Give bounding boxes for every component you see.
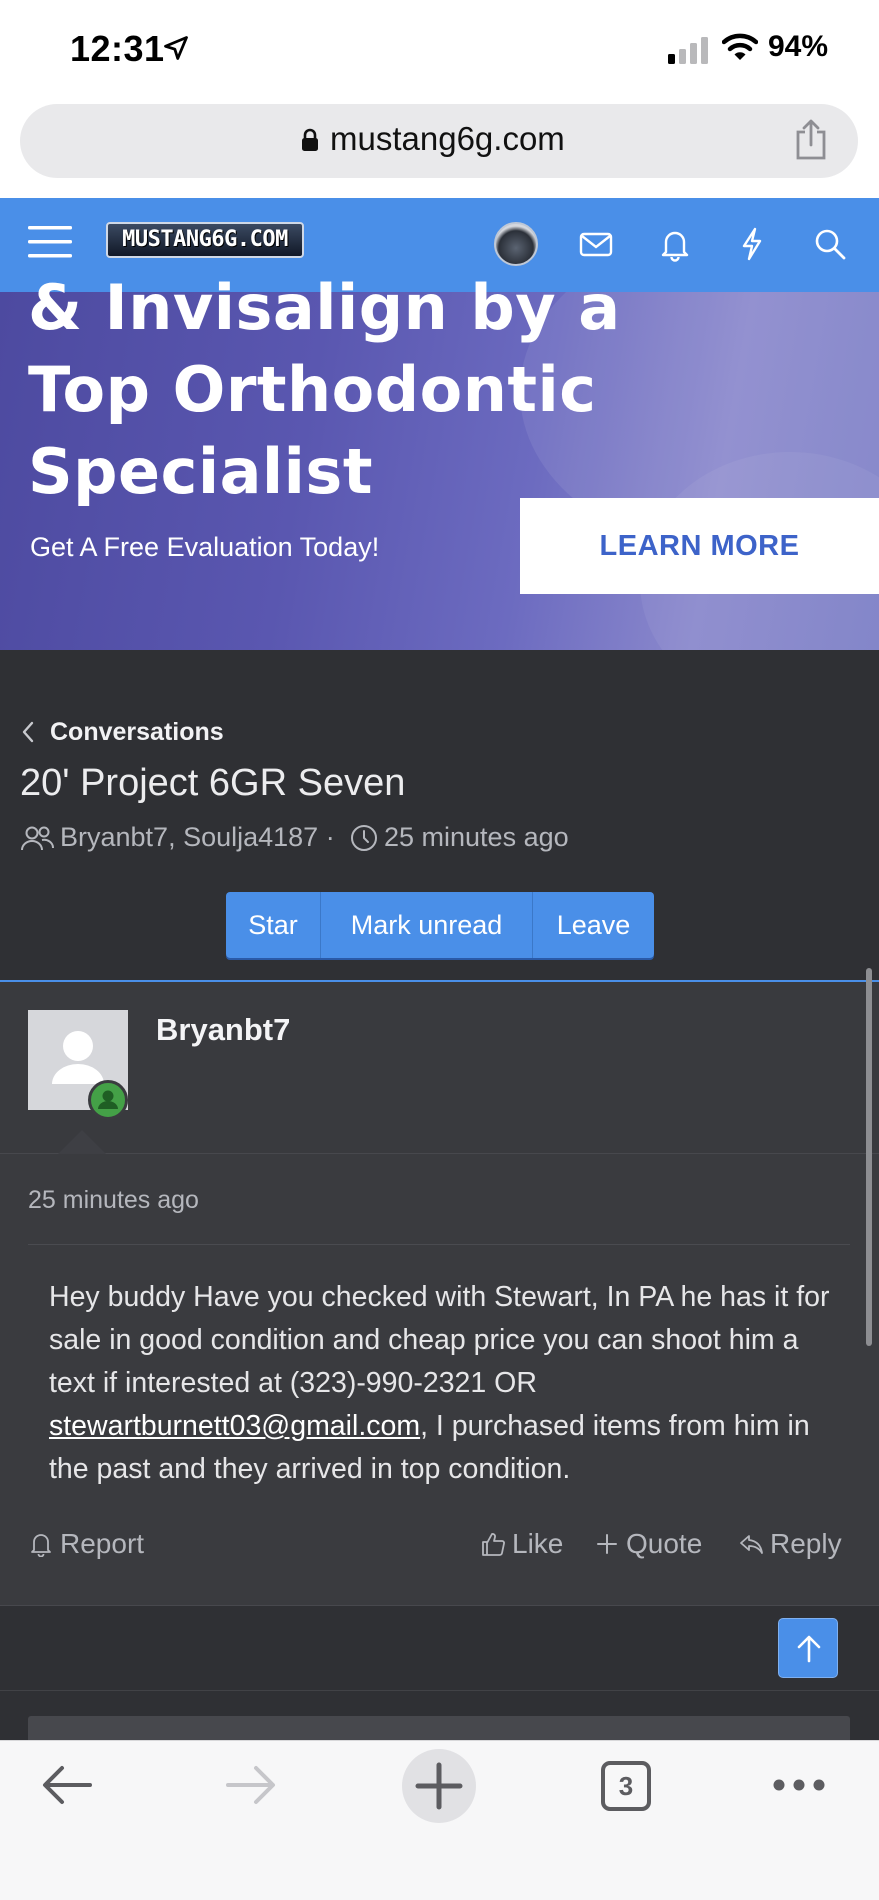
back-arrow-icon[interactable] [38,1758,96,1812]
scrollbar[interactable] [866,968,872,1346]
conversation-actions: Star Mark unread Leave [226,892,654,958]
reply-button[interactable]: Reply [738,1528,842,1560]
like-button[interactable]: Like [480,1528,563,1560]
mark-unread-button[interactable]: Mark unread [321,892,533,958]
report-label: Report [60,1528,145,1559]
ad-subtext: Get A Free Evaluation Today! [30,532,380,562]
users-icon [21,826,54,851]
quote-label: Quote [626,1528,703,1559]
message-body: Hey buddy Have you checked with Stewart,… [49,1276,839,1491]
lock-icon [302,128,318,151]
like-label: Like [512,1528,564,1559]
chevron-left-icon[interactable] [20,720,36,744]
ad-headline-line1: & Invisalign by a [28,271,621,344]
thumbs-up-icon [482,1533,505,1556]
conversation-title: 20' Project 6GR Seven [20,762,406,804]
plus-icon [597,1534,617,1554]
more-options-icon[interactable] [770,1758,828,1812]
ad-learn-more-button[interactable]: LEARN MORE [520,498,879,594]
message-text: Hey buddy Have you checked with Stewart,… [49,1281,830,1399]
site-logo[interactable]: MUSTANG6G.COM [106,222,304,258]
mail-icon[interactable] [578,226,614,262]
cellular-signal-icon [668,37,708,64]
quote-button[interactable]: Quote [594,1528,702,1560]
ad-headline-line3: Specialist [28,435,373,508]
conversation-time: 25 minutes ago [384,822,569,852]
battery-percent: 94% [768,30,829,63]
conversation-participants: Bryanbt7, Soulja4187 · [60,822,335,852]
new-tab-button[interactable] [402,1749,476,1823]
plus-icon [415,1762,463,1810]
tabs-button[interactable]: 3 [601,1761,651,1811]
user-avatar[interactable] [494,222,538,266]
menu-icon[interactable] [28,224,72,260]
email-link[interactable]: stewartburnett03@gmail.com [49,1410,420,1442]
status-time: 12:31 [70,28,165,69]
bell-icon [31,1534,51,1557]
message-author-strip [0,982,879,1154]
arrow-up-icon [797,1635,821,1663]
report-button[interactable]: Report [28,1528,144,1560]
scroll-to-top-button[interactable] [778,1618,838,1678]
divider [0,1605,879,1606]
forward-arrow-icon[interactable] [222,1758,280,1812]
message-time[interactable]: 25 minutes ago [28,1186,199,1215]
divider [28,1244,850,1245]
lightning-icon[interactable] [734,226,770,262]
reply-label: Reply [770,1528,842,1559]
avatar-pointer [58,1130,106,1154]
clock-icon [351,825,377,851]
message-author[interactable]: Bryanbt7 [156,1012,290,1048]
divider [0,1690,879,1691]
reply-icon [740,1535,763,1554]
share-icon[interactable] [794,118,828,160]
online-status-icon [88,1080,128,1120]
breadcrumb-conversations[interactable]: Conversations [50,718,224,747]
ad-headline-line2: Top Orthodontic [28,353,597,426]
reply-editor[interactable] [28,1716,850,1740]
wifi-icon [722,33,758,60]
bell-icon[interactable] [657,226,693,262]
location-arrow-icon [164,36,188,60]
search-icon[interactable] [812,226,848,262]
url-text[interactable]: mustang6g.com [330,120,565,158]
star-button[interactable]: Star [226,892,321,958]
leave-button[interactable]: Leave [533,892,654,958]
